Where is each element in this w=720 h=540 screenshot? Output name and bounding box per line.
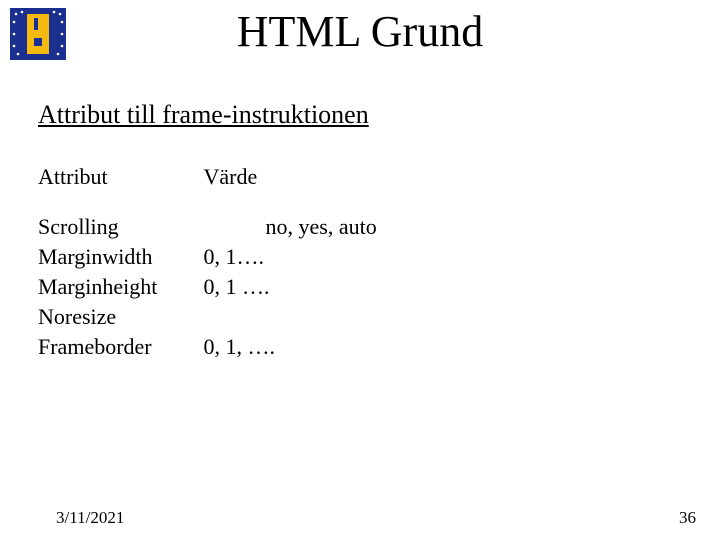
footer-date: 3/11/2021 bbox=[56, 508, 124, 528]
subtitle: Attribut till frame-instruktionen bbox=[38, 100, 369, 130]
page-title: HTML Grund bbox=[0, 6, 720, 57]
table-row: Noresize bbox=[38, 302, 377, 332]
table-header-row: Attribut Värde bbox=[38, 162, 377, 192]
attr-name: Noresize bbox=[38, 302, 198, 332]
attr-value: no, yes, auto bbox=[204, 212, 377, 242]
attr-value: 0, 1 …. bbox=[204, 272, 270, 302]
attr-value: 0, 1…. bbox=[204, 242, 265, 272]
attribute-table: Attribut Värde Scrolling no, yes, auto M… bbox=[38, 162, 377, 362]
table-row: Marginwidth 0, 1…. bbox=[38, 242, 377, 272]
attr-value: 0, 1, …. bbox=[204, 332, 276, 362]
table-row: Scrolling no, yes, auto bbox=[38, 212, 377, 242]
attr-name: Scrolling bbox=[38, 212, 198, 242]
footer-page-number: 36 bbox=[679, 508, 696, 528]
attr-name: Marginwidth bbox=[38, 242, 198, 272]
header-attribut: Attribut bbox=[38, 162, 198, 192]
table-row: Marginheight 0, 1 …. bbox=[38, 272, 377, 302]
attr-name: Frameborder bbox=[38, 332, 198, 362]
header-varde: Värde bbox=[204, 162, 258, 192]
attr-name: Marginheight bbox=[38, 272, 198, 302]
table-row: Frameborder 0, 1, …. bbox=[38, 332, 377, 362]
